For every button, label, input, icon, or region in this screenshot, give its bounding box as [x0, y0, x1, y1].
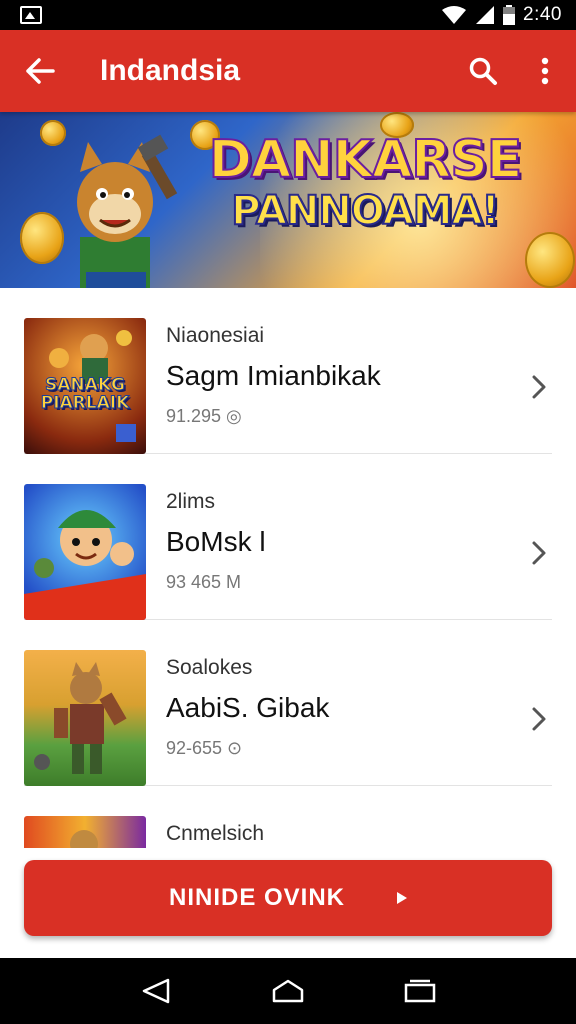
character-illustration	[77, 134, 178, 288]
screen: 2:40 Indandsia DANKARSE PANNOAMA! SANAKG…	[0, 0, 576, 1024]
nav-home-icon	[272, 979, 304, 1003]
system-nav-bar	[0, 958, 576, 1024]
search-icon	[469, 57, 497, 85]
app-bar-actions	[452, 30, 576, 112]
nav-recents-icon	[404, 979, 436, 1003]
list-item[interactable]: Cnmelsich	[24, 786, 552, 848]
chevron-right-icon	[532, 375, 546, 399]
gallery-icon	[20, 6, 42, 24]
back-button[interactable]	[0, 30, 80, 112]
chevron-right-icon	[532, 707, 546, 731]
list-item-meta: Soalokes AabiS. Gibak 92-655 ⊙	[166, 656, 329, 759]
banner-title: DANKARSE PANNOAMA!	[200, 130, 530, 235]
app-thumbnail	[24, 484, 146, 620]
list-item[interactable]: SANAKG PIARLAIK Niaonesiai Sagm Imianbik…	[24, 288, 552, 454]
list-item-name: Sagm Imianbikak	[166, 360, 381, 391]
play-icon	[397, 892, 407, 904]
list-item-category: Niaonesiai	[166, 324, 265, 347]
more-options-button[interactable]	[514, 30, 576, 112]
list-item-meta: Cnmelsich	[166, 822, 264, 846]
banner-title-line2: PANNOAMA!	[230, 187, 500, 235]
list-item-category: Cnmelsich	[166, 822, 265, 845]
list-item[interactable]: Soalokes AabiS. Gibak 92-655 ⊙	[24, 620, 552, 786]
thumbnail-art	[24, 510, 146, 620]
primary-action-label: NINIDE OVINK	[168, 884, 345, 911]
nav-back-button[interactable]	[126, 966, 186, 1016]
list-item-subtitle: 92-655 ⊙	[166, 738, 243, 758]
list-item-name: BoMsk l	[166, 526, 266, 557]
app-bar: Indandsia	[0, 30, 576, 112]
thumbnail-art	[34, 662, 127, 774]
app-thumbnail	[24, 816, 146, 848]
status-time: 2:40	[523, 4, 562, 25]
list-item[interactable]: 2lims BoMsk l 93 465 M	[24, 454, 552, 620]
search-button[interactable]	[452, 30, 514, 112]
list-item-name: AabiS. Gibak	[166, 692, 330, 723]
list-item-subtitle: 93 465 M	[166, 572, 242, 592]
promo-banner[interactable]: DANKARSE PANNOAMA!	[0, 112, 576, 288]
status-bar: 2:40	[0, 0, 576, 30]
signal-icon	[476, 6, 495, 24]
list-item-meta: Niaonesiai Sagm Imianbikak 91.295 ◎	[166, 324, 381, 427]
app-thumbnail: SANAKG PIARLAIK	[24, 318, 146, 454]
primary-action-button[interactable]: NINIDE OVINK	[24, 860, 552, 936]
battery-icon	[503, 5, 516, 25]
app-thumbnail	[24, 650, 146, 786]
nav-home-button[interactable]	[258, 966, 318, 1016]
chevron-right-icon	[532, 541, 546, 565]
nav-recents-button[interactable]	[390, 966, 450, 1016]
banner-title-line1: DANKARSE	[208, 130, 523, 190]
list-item-subtitle: 91.295 ◎	[166, 406, 242, 426]
back-arrow-icon	[26, 58, 55, 84]
list-item-category: 2lims	[166, 490, 216, 513]
coin-icon	[525, 232, 575, 288]
nav-back-icon	[142, 978, 170, 1004]
thumbnail-title: SANAKG PIARLAIK	[40, 375, 130, 413]
more-vert-icon	[541, 57, 549, 85]
coin-icon	[20, 212, 64, 264]
wifi-icon	[442, 6, 467, 24]
list-item-category: Soalokes	[166, 656, 253, 679]
thumbnail-art	[70, 830, 98, 848]
status-icons: 2:40	[441, 4, 562, 26]
list-item-meta: 2lims BoMsk l 93 465 M	[166, 490, 266, 593]
app-list: SANAKG PIARLAIK Niaonesiai Sagm Imianbik…	[0, 288, 576, 848]
page-title: Indandsia	[100, 54, 241, 87]
